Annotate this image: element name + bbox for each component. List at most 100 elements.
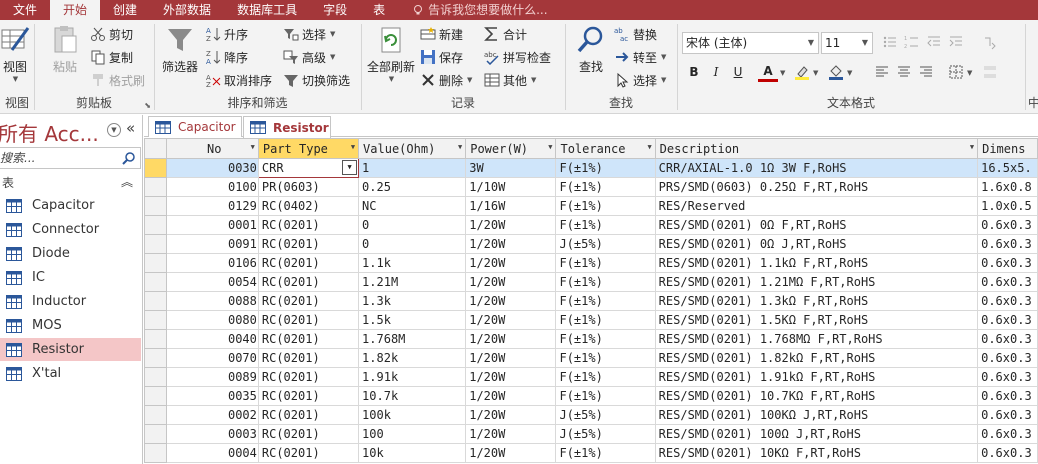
cell-dimensions[interactable]: 0.6x0.3 bbox=[977, 424, 1038, 444]
cell-power[interactable]: 1/20W bbox=[465, 234, 557, 254]
bold-button[interactable]: B bbox=[684, 62, 704, 82]
record-selector[interactable] bbox=[144, 272, 167, 292]
record-selector[interactable] bbox=[144, 310, 167, 330]
cell-description[interactable]: RES/SMD(0201) 1.82kΩ F,RT,RoHS bbox=[654, 348, 979, 368]
column-header-description[interactable]: Description ▼ bbox=[654, 138, 979, 159]
cell-value[interactable]: NC bbox=[358, 196, 467, 216]
cell-dimensions[interactable]: 0.6x0.3 bbox=[977, 310, 1038, 330]
cell-part-type[interactable]: RC(0201) bbox=[257, 386, 360, 406]
column-header-dimensions[interactable]: Dimens bbox=[977, 138, 1038, 159]
cell-part-type[interactable]: RC(0201) bbox=[257, 215, 360, 235]
spelling-button[interactable]: abc 拼写检查 bbox=[484, 47, 551, 67]
chevron-down-icon[interactable]: ▼ bbox=[813, 69, 818, 77]
cell-part-type[interactable]: RC(0201) bbox=[257, 291, 360, 311]
cell-description[interactable]: RES/SMD(0201) 100Ω J,RT,RoHS bbox=[654, 424, 979, 444]
tab-file[interactable]: 文件 bbox=[0, 0, 50, 20]
record-selector[interactable] bbox=[144, 367, 167, 387]
cell-dimensions[interactable]: 0.6x0.3 bbox=[977, 443, 1038, 463]
record-selector[interactable] bbox=[144, 253, 167, 273]
chevron-down-icon[interactable]: ▼ bbox=[847, 69, 852, 77]
goto-button[interactable]: 转至 ▼ bbox=[614, 47, 666, 67]
record-selector[interactable] bbox=[144, 348, 167, 368]
cell-tolerance[interactable]: J(±5%) bbox=[555, 424, 656, 444]
doc-tab-resistor[interactable]: Resistor bbox=[243, 116, 331, 138]
cell-power[interactable]: 1/20W bbox=[465, 291, 557, 311]
column-filter-dropdown-icon[interactable]: ▼ bbox=[458, 143, 462, 151]
column-filter-dropdown-icon[interactable]: ▼ bbox=[351, 143, 355, 151]
cell-value[interactable]: 10.7k bbox=[358, 386, 467, 406]
cell-value[interactable]: 0.25 bbox=[358, 177, 467, 197]
gridlines-icon[interactable] bbox=[946, 62, 966, 82]
record-selector[interactable] bbox=[144, 443, 167, 463]
record-selector[interactable] bbox=[144, 158, 167, 178]
cell-dimensions[interactable]: 0.6x0.3 bbox=[977, 367, 1038, 387]
bullets-icon[interactable] bbox=[880, 32, 900, 52]
cell-no[interactable]: 0088 bbox=[165, 291, 259, 311]
increase-indent-icon[interactable] bbox=[946, 32, 966, 52]
underline-button[interactable]: U bbox=[728, 62, 748, 82]
nav-item-connector[interactable]: Connector bbox=[0, 218, 141, 241]
cell-power[interactable]: 3W bbox=[465, 158, 557, 178]
selection-filter-button[interactable]: 选择 ▼ bbox=[283, 24, 335, 44]
cell-description[interactable]: RES/SMD(0201) 0Ω J,RT,RoHS bbox=[654, 234, 979, 254]
record-selector[interactable] bbox=[144, 177, 167, 197]
cell-value[interactable]: 0 bbox=[358, 215, 467, 235]
cell-value[interactable]: 100k bbox=[358, 405, 467, 425]
cell-value[interactable]: 1.21M bbox=[358, 272, 467, 292]
numbering-icon[interactable]: 12 bbox=[902, 32, 922, 52]
cell-part-type[interactable]: RC(0201) bbox=[257, 443, 360, 463]
cell-part-type[interactable]: RC(0201) bbox=[257, 310, 360, 330]
search-icon[interactable] bbox=[122, 151, 136, 165]
tab-database-tools[interactable]: 数据库工具 bbox=[224, 0, 310, 20]
sort-ascending-button[interactable]: AZ 升序 bbox=[205, 24, 248, 44]
table-row[interactable]: 0088 RC(0201) 1.3k 1/20W F(±1%) RES/SMD(0201)… bbox=[144, 291, 1038, 311]
nav-pane-header[interactable]: 所有 Acc... ▼ « bbox=[0, 115, 143, 146]
table-row[interactable]: 0030 CRR ▼ 1 3W F(±1%) CRR/AXIAL-1.0 1Ω 3W F,R… bbox=[144, 158, 1038, 178]
chevron-down-icon[interactable]: ▼ bbox=[780, 69, 785, 77]
record-selector[interactable] bbox=[144, 424, 167, 444]
nav-item-capacitor[interactable]: Capacitor bbox=[0, 194, 141, 217]
cell-power[interactable]: 1/10W bbox=[465, 177, 557, 197]
cell-value[interactable]: 0 bbox=[358, 234, 467, 254]
cell-value[interactable]: 1.91k bbox=[358, 367, 467, 387]
cell-no[interactable]: 0129 bbox=[165, 196, 259, 216]
delete-record-button[interactable]: 删除 ▼ bbox=[420, 70, 472, 90]
nav-search-box[interactable] bbox=[0, 147, 141, 169]
cell-description[interactable]: RES/SMD(0201) 100KΩ J,RT,RoHS bbox=[654, 405, 979, 425]
cell-dimensions[interactable]: 0.6x0.3 bbox=[977, 234, 1038, 254]
cell-power[interactable]: 1/20W bbox=[465, 253, 557, 273]
cell-no[interactable]: 0106 bbox=[165, 253, 259, 273]
cell-power[interactable]: 1/20W bbox=[465, 386, 557, 406]
cell-tolerance[interactable]: F(±1%) bbox=[555, 291, 656, 311]
nav-group-tables[interactable]: 表 ︽ bbox=[0, 173, 141, 191]
find-button[interactable]: 查找 bbox=[574, 24, 608, 75]
cell-part-type[interactable]: RC(0201) bbox=[257, 424, 360, 444]
cell-no[interactable]: 0001 bbox=[165, 215, 259, 235]
sort-descending-button[interactable]: ZA 降序 bbox=[205, 47, 248, 67]
select-all-corner[interactable] bbox=[144, 138, 167, 159]
table-row[interactable]: 0129 RC(0402) NC 1/16W F(±1%) RES/Reserved 1.0… bbox=[144, 196, 1038, 216]
paste-button[interactable]: 粘贴 bbox=[49, 24, 81, 75]
table-row[interactable]: 0089 RC(0201) 1.91k 1/20W F(±1%) RES/SMD(0201… bbox=[144, 367, 1038, 387]
table-row[interactable]: 0035 RC(0201) 10.7k 1/20W F(±1%) RES/SMD(0201… bbox=[144, 386, 1038, 406]
cell-tolerance[interactable]: J(±5%) bbox=[555, 234, 656, 254]
cell-part-type[interactable]: RC(0201) bbox=[257, 253, 360, 273]
new-record-button[interactable]: 新建 bbox=[420, 24, 463, 44]
cell-no[interactable]: 0091 bbox=[165, 234, 259, 254]
cell-part-type[interactable]: CRR ▼ bbox=[257, 158, 360, 178]
remove-sort-button[interactable]: AZ 取消排序 bbox=[205, 70, 272, 90]
cell-part-type[interactable]: RC(0201) bbox=[257, 348, 360, 368]
cell-dimensions[interactable]: 0.6x0.3 bbox=[977, 405, 1038, 425]
cell-value[interactable]: 1.3k bbox=[358, 291, 467, 311]
chevron-down-icon[interactable]: ▼ bbox=[107, 123, 121, 137]
table-row[interactable]: 0001 RC(0201) 0 1/20W F(±1%) RES/SMD(0201) 0Ω… bbox=[144, 215, 1038, 235]
cell-no[interactable]: 0003 bbox=[165, 424, 259, 444]
cell-value[interactable]: 1.768M bbox=[358, 329, 467, 349]
record-selector[interactable] bbox=[144, 329, 167, 349]
cell-power[interactable]: 1/20W bbox=[465, 348, 557, 368]
cell-dimensions[interactable]: 16.5x5. bbox=[977, 158, 1038, 178]
cell-part-type[interactable]: RC(0402) bbox=[257, 196, 360, 216]
decrease-indent-icon[interactable] bbox=[924, 32, 944, 52]
cell-value[interactable]: 1 bbox=[358, 158, 467, 178]
cell-description[interactable]: RES/SMD(0201) 1.21MΩ F,RT,RoHS bbox=[654, 272, 979, 292]
